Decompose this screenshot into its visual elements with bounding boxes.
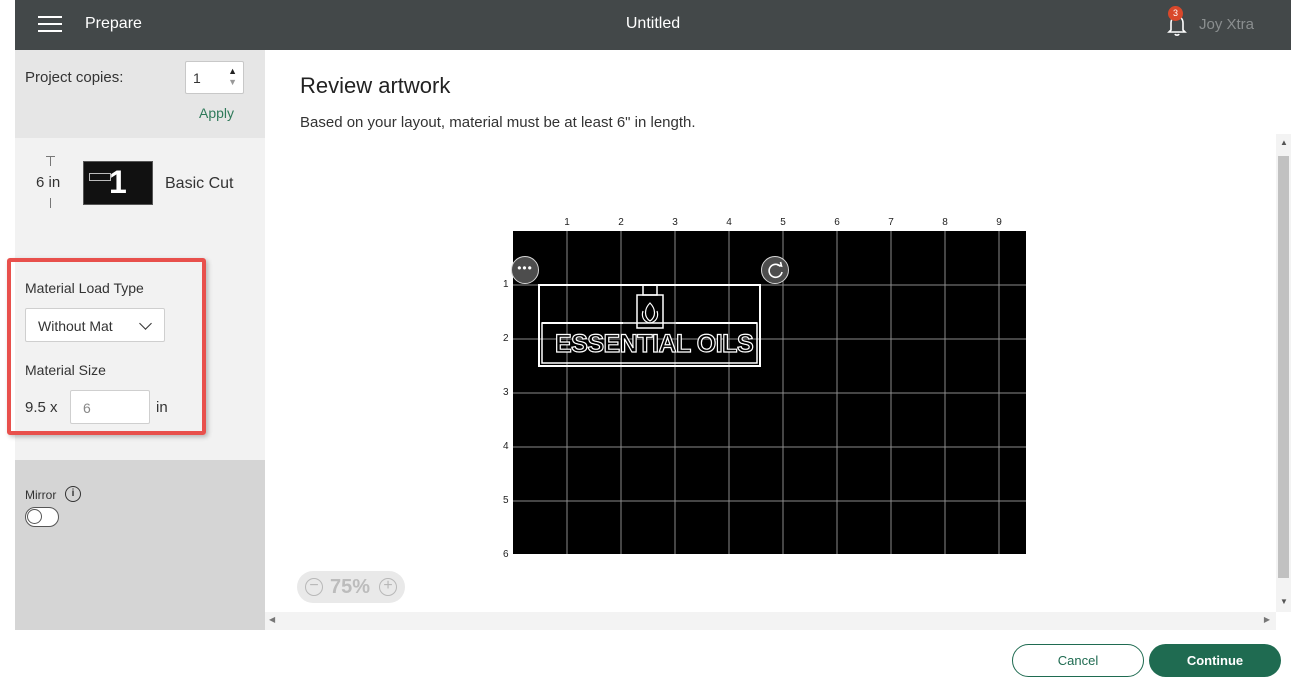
section-title: Prepare <box>85 15 142 32</box>
toggle-knob <box>27 509 42 524</box>
continue-button[interactable]: Continue <box>1149 644 1281 677</box>
info-icon[interactable]: i <box>65 486 81 502</box>
mat-length: 6 in <box>36 174 61 191</box>
column-label: 9 <box>996 217 1002 228</box>
row-label: 1 <box>503 279 509 290</box>
material-length-input[interactable]: 6 <box>70 390 150 424</box>
column-label: 6 <box>834 217 840 228</box>
load-type-dropdown[interactable]: Without Mat <box>25 308 165 342</box>
increment-icon[interactable]: ▲ <box>228 66 237 76</box>
column-label: 5 <box>780 217 786 228</box>
zoom-control: − 75% + <box>297 571 405 603</box>
column-label: 8 <box>942 217 948 228</box>
column-label: 7 <box>888 217 894 228</box>
vertical-scrollbar[interactable]: ▲ ▼ <box>1276 134 1291 612</box>
mat-name: Basic Cut <box>165 175 234 192</box>
mat-panel: 6 in 1 Basic Cut Material Load Type With… <box>7 138 265 527</box>
row-label: 4 <box>503 441 509 452</box>
length-marker-bottom <box>50 198 51 208</box>
scroll-up-icon[interactable]: ▲ <box>1280 138 1288 147</box>
column-label: 4 <box>726 217 732 228</box>
material-length-value[interactable]: 6 <box>83 400 91 416</box>
scroll-left-icon[interactable]: ◀ <box>269 615 275 624</box>
horizontal-scrollbar[interactable]: ◀ ▶ <box>265 612 1276 630</box>
apply-button[interactable]: Apply <box>199 105 234 121</box>
mirror-toggle[interactable] <box>25 507 59 527</box>
chevron-down-icon <box>139 317 152 330</box>
copies-label: Project copies: <box>25 69 124 86</box>
copies-panel: Project copies: 1 ▲ ▼ Apply <box>15 50 265 138</box>
column-label: 2 <box>618 217 624 228</box>
material-size-unit: in <box>156 399 168 416</box>
column-label: 1 <box>564 217 570 228</box>
more-options-icon[interactable]: ••• <box>511 256 539 284</box>
row-label: 6 <box>503 549 509 560</box>
row-label: 2 <box>503 333 509 344</box>
hamburger-icon[interactable] <box>38 16 62 34</box>
length-marker <box>50 156 51 166</box>
page-subtitle: Based on your layout, material must be a… <box>300 114 696 131</box>
row-label: 3 <box>503 387 509 398</box>
decrement-icon[interactable]: ▼ <box>228 77 237 87</box>
user-name[interactable]: Joy Xtra <box>1199 16 1254 33</box>
scroll-right-icon[interactable]: ▶ <box>1264 615 1270 624</box>
notification-badge: 3 <box>1168 6 1183 21</box>
mat-thumbnail[interactable]: 1 <box>83 161 153 205</box>
project-title: Untitled <box>625 15 681 32</box>
sidebar: Project copies: 1 ▲ ▼ Apply 6 in 1 Basic… <box>7 50 265 630</box>
load-type-value: Without Mat <box>38 318 113 334</box>
load-type-label: Material Load Type <box>25 280 144 296</box>
copies-value[interactable]: 1 <box>193 70 201 86</box>
scroll-down-icon[interactable]: ▼ <box>1280 597 1288 606</box>
artwork-thumbnail <box>89 173 111 181</box>
zoom-level: 75% <box>330 576 371 598</box>
mirror-label: Mirror <box>25 488 57 502</box>
mat-number: 1 <box>109 164 127 200</box>
page-title: Review artwork <box>300 73 451 98</box>
column-label: 3 <box>672 217 678 228</box>
artwork-text[interactable]: ESSENTIAL OILS <box>554 329 754 359</box>
rotate-icon[interactable] <box>761 256 789 284</box>
zoom-in-icon[interactable]: + <box>379 578 397 596</box>
row-label: 5 <box>503 495 509 506</box>
material-size-label: Material Size <box>25 362 106 378</box>
top-bar: Prepare Untitled 3 Joy Xtra <box>15 0 1291 50</box>
copies-stepper[interactable]: 1 ▲ ▼ <box>185 61 244 94</box>
vertical-scroll-thumb[interactable] <box>1278 156 1289 578</box>
material-width: 9.5 x <box>25 399 58 416</box>
zoom-out-icon[interactable]: − <box>305 578 323 596</box>
cancel-button[interactable]: Cancel <box>1012 644 1144 677</box>
